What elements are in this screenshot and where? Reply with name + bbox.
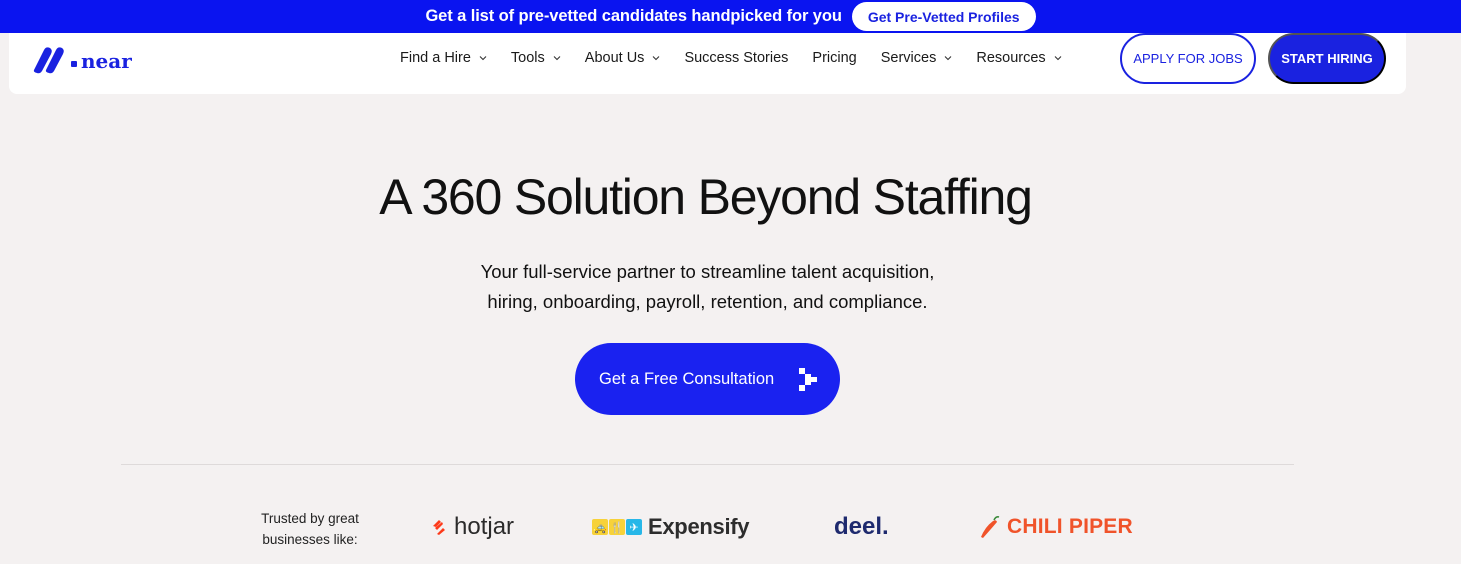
nav-item-tools[interactable]: Tools [511, 50, 561, 66]
main-navigation: near Find a Hire Tools About Us Success … [9, 33, 1406, 94]
logo-text: near [81, 49, 132, 73]
pixel-arrow-icon [799, 368, 817, 391]
chevron-down-icon [1054, 56, 1062, 61]
nav-item-find-a-hire[interactable]: Find a Hire [400, 50, 487, 66]
nav-item-label: Services [880, 50, 937, 66]
plane-icon: ✈ [626, 519, 642, 535]
nav-item-label: About Us [584, 50, 645, 66]
chili-piper-text: CHILI PIPER [1007, 515, 1133, 538]
nav-item-about-us[interactable]: About Us [585, 50, 661, 66]
trusted-by-label: Trusted by great businesses like: [246, 508, 374, 550]
near-logo[interactable]: near [31, 44, 132, 74]
logo-dot [71, 61, 77, 67]
nav-item-label: Pricing [812, 50, 857, 66]
section-divider [121, 464, 1294, 465]
hotjar-logo: hotjar [430, 512, 514, 542]
nav-menu: Find a Hire Tools About Us Success Stori… [400, 47, 1086, 69]
expensify-logo: 🚕 🍴 ✈ Expensify [592, 512, 750, 542]
chevron-down-icon [479, 56, 487, 61]
car-icon: 🚕 [592, 519, 608, 535]
nav-item-label: Find a Hire [400, 50, 471, 66]
hero-subtitle: Your full-service partner to streamline … [0, 257, 1415, 317]
nav-item-resources[interactable]: Resources [976, 50, 1062, 66]
start-hiring-button[interactable]: START HIRING [1268, 33, 1386, 84]
get-profiles-button[interactable]: Get Pre-Vetted Profiles [851, 2, 1036, 31]
apply-for-jobs-button[interactable]: APPLY FOR JOBS [1120, 33, 1256, 84]
hero-subtitle-line-2: hiring, onboarding, payroll, retention, … [487, 291, 928, 312]
hero-subtitle-line-1: Your full-service partner to streamline … [480, 261, 935, 282]
trusted-label-line-1: Trusted by great [261, 511, 359, 526]
nav-item-label: Resources [976, 50, 1046, 66]
cta-label: Get a Free Consultation [599, 369, 775, 388]
hotjar-text: hotjar [454, 513, 515, 540]
nav-item-success-stories[interactable]: Success Stories [684, 50, 788, 66]
hotjar-flame-icon [433, 520, 445, 535]
expensify-icons: 🚕 🍴 ✈ [592, 519, 642, 535]
nav-item-pricing[interactable]: Pricing [812, 50, 856, 66]
chevron-down-icon [553, 56, 561, 61]
chili-pepper-icon [981, 516, 1000, 538]
deel-text: deel. [834, 513, 889, 540]
nav-item-label: Tools [510, 50, 545, 66]
near-logo-icon [33, 47, 64, 74]
nav-item-label: Success Stories [684, 50, 789, 66]
expensify-text: Expensify [648, 514, 750, 539]
utensils-icon: 🍴 [609, 519, 625, 535]
deel-logo: deel. [834, 512, 889, 542]
free-consultation-button[interactable]: Get a Free Consultation [575, 343, 840, 415]
trusted-label-line-2: businesses like: [262, 532, 358, 547]
chili-piper-logo: CHILI PIPER [979, 512, 1133, 542]
chevron-down-icon [653, 56, 660, 61]
promo-banner: Get a list of pre-vetted candidates hand… [0, 0, 1461, 33]
chevron-down-icon [944, 56, 952, 61]
nav-item-services[interactable]: Services [881, 50, 953, 66]
promo-text: Get a list of pre-vetted candidates hand… [425, 7, 842, 25]
hero-title: A 360 Solution Beyond Staffing [379, 169, 1033, 225]
